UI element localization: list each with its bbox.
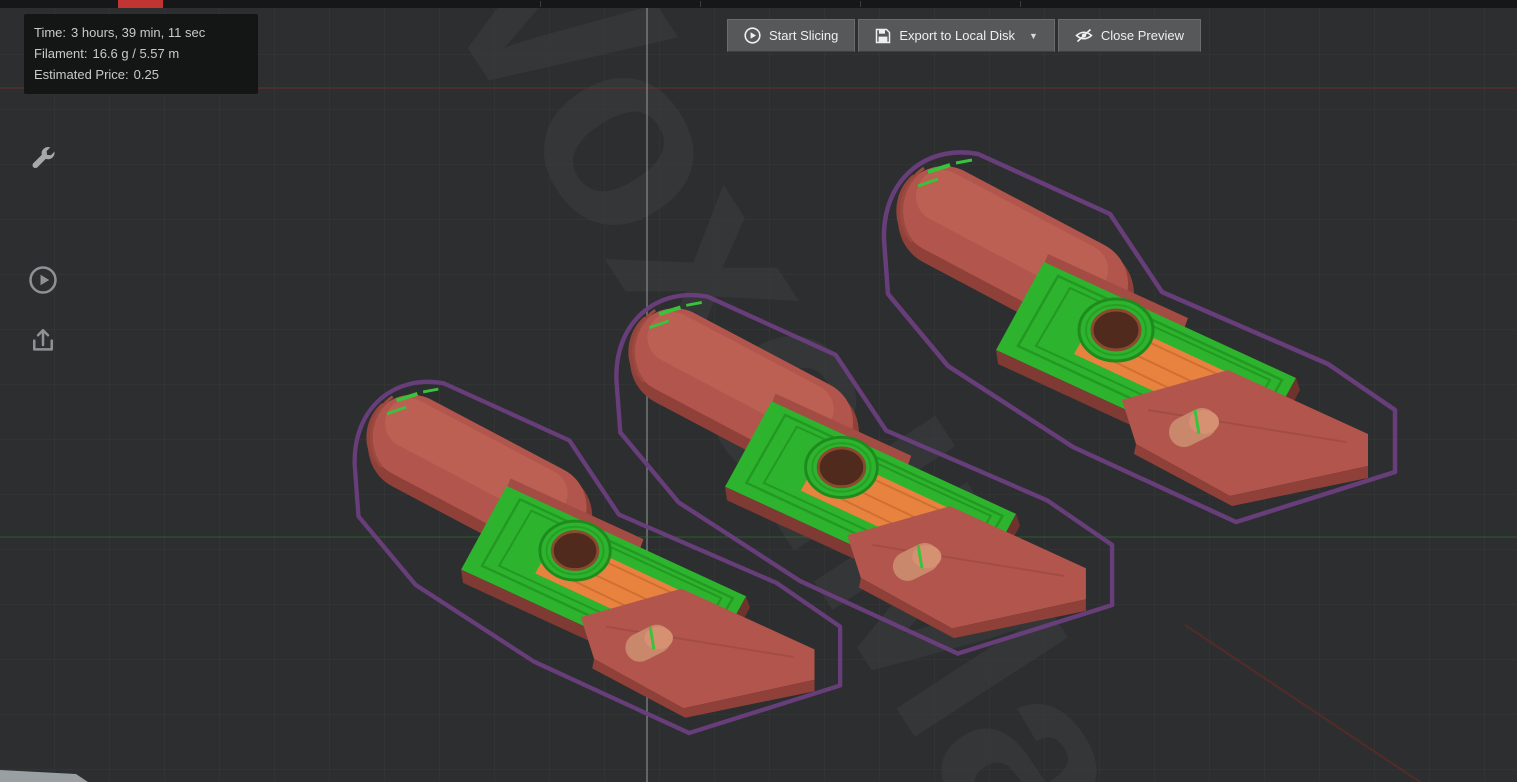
titlebar-red-fragment — [118, 0, 163, 8]
wrench-tool-button[interactable] — [27, 146, 59, 178]
play-circle-icon — [744, 27, 761, 44]
stat-price-value: 0.25 — [133, 67, 159, 82]
start-slicing-label: Start Slicing — [769, 28, 839, 43]
titlebar-separator — [700, 1, 701, 7]
upload-tool-button[interactable] — [27, 326, 59, 358]
print-stats-panel: Time: 3 hours, 39 min, 11 sec Filament: 16… — [24, 14, 258, 94]
side-toolbar — [27, 146, 59, 358]
stat-price: Estimated Price: 0.25 — [34, 64, 246, 85]
close-preview-button[interactable]: Close Preview — [1057, 19, 1201, 52]
stat-filament-value: 16.6 g / 5.57 m — [92, 46, 180, 61]
stat-time: Time: 3 hours, 39 min, 11 sec — [34, 22, 246, 43]
stat-time-label: Time: — [34, 25, 67, 40]
eye-slash-icon — [1075, 28, 1093, 43]
stat-time-value: 3 hours, 39 min, 11 sec — [71, 25, 206, 40]
export-local-disk-button[interactable]: Export to Local Disk ▼ — [858, 19, 1055, 52]
stat-price-label: Estimated Price: — [34, 67, 129, 82]
titlebar-separator — [1020, 1, 1021, 7]
preview-toolbar: Start Slicing Export to Local Disk ▼ Clo… — [727, 19, 1201, 52]
titlebar-separator — [540, 1, 541, 7]
close-preview-label: Close Preview — [1100, 28, 1184, 43]
chevron-down-icon[interactable]: ▼ — [1029, 31, 1038, 41]
viewport-3d[interactable]: VoxelMaker — [0, 0, 1517, 782]
stat-filament-label: Filament: — [34, 46, 88, 61]
wrench-icon — [28, 145, 58, 180]
stat-filament: Filament: 16.6 g / 5.57 m — [34, 43, 246, 64]
play-circle-icon — [28, 265, 58, 300]
export-local-disk-label: Export to Local Disk — [899, 28, 1015, 43]
titlebar-separator — [860, 1, 861, 7]
start-slicing-button[interactable]: Start Slicing — [727, 19, 856, 52]
titlebar — [0, 0, 1517, 8]
floppy-disk-icon — [875, 28, 891, 44]
upload-icon — [28, 325, 58, 360]
play-tool-button[interactable] — [27, 265, 59, 300]
